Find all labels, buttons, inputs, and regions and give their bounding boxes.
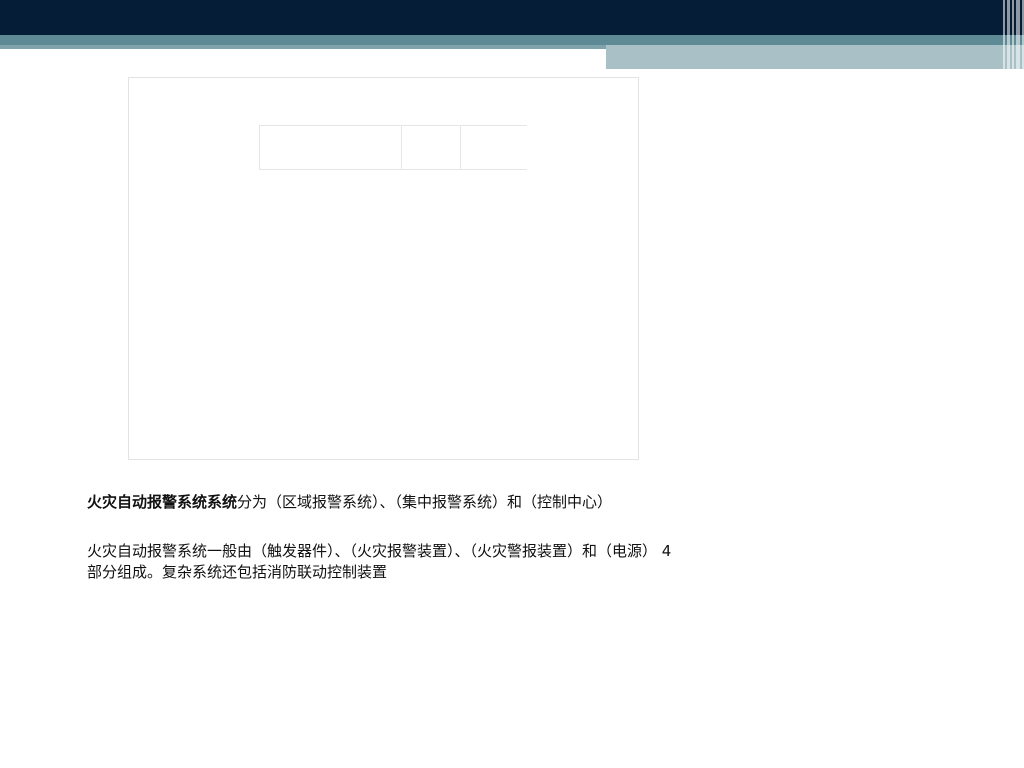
table-cell	[461, 126, 527, 169]
table-cell	[402, 126, 462, 169]
header-edge-stripes	[990, 0, 1024, 69]
figure-table	[259, 125, 527, 170]
paragraph-system-components: 火灾自动报警系统一般由（触发器件）、（火灾报警装置）、（火灾警报装置）和（电源）…	[87, 541, 672, 583]
paragraph-text: 火灾自动报警系统一般由（触发器件）、（火灾报警装置）、（火灾警报装置）和（电源）…	[87, 542, 672, 581]
header-band-light	[606, 45, 1024, 69]
paragraph-bold-lead: 火灾自动报警系统系统	[87, 493, 238, 511]
header-band-teal	[0, 35, 1024, 45]
header-band-navy	[0, 0, 1024, 35]
slide: 火灾自动报警系统系统分为（区域报警系统）、（集中报警系统）和（控制中心） 火灾自…	[0, 0, 1024, 768]
figure-placeholder	[128, 77, 639, 460]
header-band-teal-thin	[0, 45, 606, 49]
paragraph-system-types: 火灾自动报警系统系统分为（区域报警系统）、（集中报警系统）和（控制中心）	[87, 492, 672, 513]
paragraph-text: 分为（区域报警系统）、（集中报警系统）和（控制中心）	[237, 493, 613, 511]
table-cell	[260, 126, 403, 169]
